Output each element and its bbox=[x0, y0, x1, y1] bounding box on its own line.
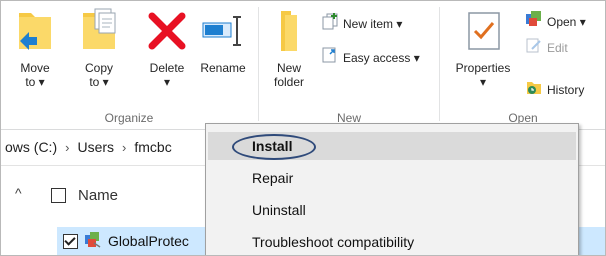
rename-label: Rename bbox=[200, 61, 246, 75]
history-button[interactable]: History bbox=[525, 79, 584, 101]
move-to-button[interactable]: Move to ▾ bbox=[9, 7, 61, 89]
history-label: History bbox=[547, 83, 585, 97]
history-icon bbox=[525, 78, 543, 103]
delete-button[interactable]: Delete ▾ bbox=[141, 7, 193, 89]
breadcrumb: ows (C:) › Users › fmcbc bbox=[5, 139, 172, 155]
edit-button[interactable]: Edit bbox=[525, 37, 568, 59]
rename-button[interactable]: Rename bbox=[195, 7, 251, 75]
breadcrumb-item-users[interactable]: Users bbox=[77, 139, 114, 155]
edit-label: Edit bbox=[547, 41, 568, 55]
copy-to-label: Copy to ▾ bbox=[84, 61, 113, 89]
open-button[interactable]: Open ▾ bbox=[525, 10, 586, 35]
collapse-chevron-up-icon[interactable]: ^ bbox=[15, 185, 22, 201]
column-header-name-label: Name bbox=[78, 187, 119, 204]
row-checkbox[interactable] bbox=[63, 233, 78, 249]
delete-label: Delete ▾ bbox=[149, 61, 185, 89]
ribbon-group-new: New folder New item ▾ Easy access ▾ New bbox=[259, 3, 439, 127]
new-item-icon bbox=[321, 12, 339, 37]
folder-icon bbox=[265, 7, 313, 55]
move-to-icon bbox=[11, 7, 59, 55]
menu-item-uninstall[interactable]: Uninstall bbox=[208, 196, 576, 224]
menu-item-troubleshoot-compatibility[interactable]: Troubleshoot compatibility bbox=[208, 228, 576, 255]
copy-to-icon bbox=[75, 7, 123, 55]
annotation-circle bbox=[232, 134, 316, 160]
copy-to-button[interactable]: Copy to ▾ bbox=[73, 7, 125, 89]
properties-checkmark-icon bbox=[459, 7, 507, 55]
easy-access-label: Easy access ▾ bbox=[343, 51, 420, 65]
select-all-checkbox[interactable] bbox=[51, 188, 66, 203]
edit-icon bbox=[525, 36, 543, 61]
new-folder-button[interactable]: New folder bbox=[265, 7, 313, 89]
explorer-window: Move to ▾ Copy to ▾ Delete ▾ Rename Orga… bbox=[0, 0, 606, 256]
breadcrumb-chevron-icon: › bbox=[65, 139, 70, 155]
open-label: Open ▾ bbox=[547, 15, 586, 29]
rename-icon bbox=[199, 7, 247, 55]
breadcrumb-item-drive[interactable]: ows (C:) bbox=[5, 139, 57, 155]
new-item-label: New item ▾ bbox=[343, 17, 403, 31]
open-app-icon bbox=[525, 10, 543, 35]
move-to-label: Move to ▾ bbox=[20, 61, 50, 89]
easy-access-icon bbox=[321, 46, 339, 71]
file-name: GlobalProtec bbox=[108, 233, 189, 249]
new-item-button[interactable]: New item ▾ bbox=[321, 12, 403, 37]
breadcrumb-item-user[interactable]: fmcbc bbox=[134, 139, 171, 155]
column-header-name[interactable]: Name bbox=[51, 187, 118, 204]
breadcrumb-chevron-icon: › bbox=[122, 139, 127, 155]
ribbon-group-organize: Move to ▾ Copy to ▾ Delete ▾ Rename Orga… bbox=[1, 3, 257, 127]
delete-x-icon bbox=[143, 7, 191, 55]
ribbon-divider bbox=[439, 7, 440, 121]
properties-button[interactable]: Properties ▾ bbox=[447, 7, 519, 89]
properties-label: Properties ▾ bbox=[455, 61, 511, 89]
menu-item-repair[interactable]: Repair bbox=[208, 164, 576, 192]
ribbon: Move to ▾ Copy to ▾ Delete ▾ Rename Orga… bbox=[1, 1, 605, 130]
easy-access-button[interactable]: Easy access ▾ bbox=[321, 47, 420, 69]
new-folder-label: New folder bbox=[273, 61, 305, 89]
ribbon-group-open: Properties ▾ Open ▾ Edit History Open bbox=[441, 3, 605, 127]
installer-file-icon bbox=[84, 231, 102, 252]
